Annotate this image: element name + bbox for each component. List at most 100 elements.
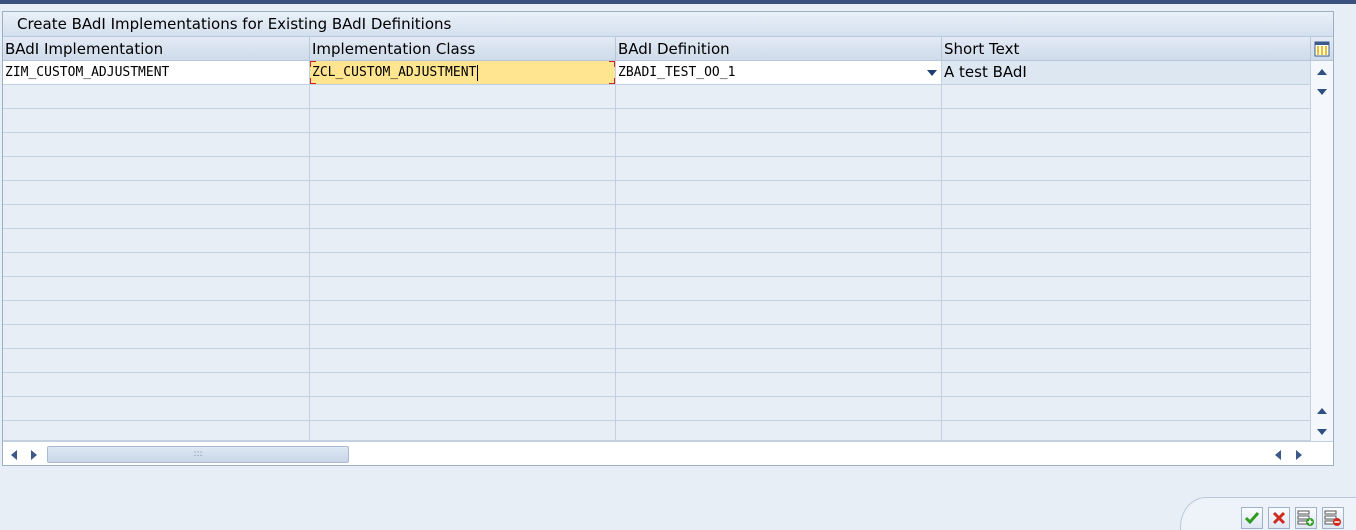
table-row (3, 325, 1311, 349)
implementation-class-cell[interactable]: ZCL_CUSTOM_ADJUSTMENT (310, 61, 616, 85)
empty-cell[interactable] (616, 157, 942, 181)
scroll-down-icon[interactable] (1317, 89, 1327, 95)
implementations-table: BAdI Implementation Implementation Class… (3, 37, 1333, 441)
empty-cell[interactable] (3, 157, 310, 181)
empty-cell[interactable] (942, 229, 1311, 253)
column-header-implementation-class[interactable]: Implementation Class (310, 37, 616, 61)
empty-cell[interactable] (3, 253, 310, 277)
empty-cell[interactable] (3, 181, 310, 205)
empty-cell[interactable] (310, 181, 616, 205)
empty-cell[interactable] (310, 205, 616, 229)
empty-cell[interactable] (3, 109, 310, 133)
column-header-badi-definition[interactable]: BAdI Definition (616, 37, 942, 61)
empty-cell[interactable] (616, 421, 942, 441)
empty-cell[interactable] (616, 109, 942, 133)
badi-definition-dropdown[interactable]: ZBADI_TEST_OO_1 (616, 61, 942, 85)
scroll-left-icon[interactable] (11, 450, 17, 460)
empty-cell[interactable] (310, 373, 616, 397)
empty-cell[interactable] (616, 229, 942, 253)
empty-cell[interactable] (310, 229, 616, 253)
column-settings-icon (1314, 41, 1330, 56)
table-row (3, 373, 1311, 397)
page-down-icon[interactable] (1317, 429, 1327, 435)
empty-cell[interactable] (616, 277, 942, 301)
empty-cell[interactable] (3, 277, 310, 301)
empty-cell[interactable] (310, 85, 616, 109)
empty-cell[interactable] (616, 205, 942, 229)
badi-implementations-panel: Create BAdI Implementations for Existing… (2, 11, 1334, 466)
confirm-button[interactable] (1241, 507, 1263, 529)
empty-cell[interactable] (942, 421, 1311, 441)
empty-cell[interactable] (942, 349, 1311, 373)
empty-cell[interactable] (942, 301, 1311, 325)
page-up-icon[interactable] (1317, 408, 1327, 414)
empty-cell[interactable] (310, 133, 616, 157)
empty-cell[interactable] (310, 109, 616, 133)
empty-cell[interactable] (616, 373, 942, 397)
scroll-right-icon[interactable] (31, 450, 37, 460)
empty-cell[interactable] (616, 397, 942, 421)
empty-cell[interactable] (942, 253, 1311, 277)
empty-cell[interactable] (3, 373, 310, 397)
empty-cell[interactable] (3, 133, 310, 157)
empty-cell[interactable] (616, 85, 942, 109)
cancel-button[interactable] (1268, 507, 1290, 529)
table-row (3, 229, 1311, 253)
empty-cell[interactable] (3, 205, 310, 229)
empty-cell[interactable] (310, 157, 616, 181)
table-row (3, 133, 1311, 157)
empty-cell[interactable] (942, 133, 1311, 157)
dropdown-arrow-icon[interactable] (927, 70, 937, 76)
table-row (3, 181, 1311, 205)
implementation-class-value: ZCL_CUSTOM_ADJUSTMENT (312, 65, 477, 80)
empty-cell[interactable] (3, 397, 310, 421)
column-settings-button[interactable] (1311, 37, 1333, 61)
badi-implementation-cell[interactable]: ZIM_CUSTOM_ADJUSTMENT (3, 61, 310, 85)
horizontal-scrollbar[interactable]: ::: (3, 441, 1333, 465)
panel-title: Create BAdI Implementations for Existing… (3, 12, 1333, 37)
empty-cell[interactable] (3, 229, 310, 253)
empty-cell[interactable] (616, 253, 942, 277)
empty-cell[interactable] (616, 325, 942, 349)
empty-cell[interactable] (942, 157, 1311, 181)
empty-cell[interactable] (942, 205, 1311, 229)
empty-cell[interactable] (942, 373, 1311, 397)
vertical-scrollbar[interactable] (1311, 61, 1333, 441)
empty-cell[interactable] (310, 253, 616, 277)
column-header-badi-implementation[interactable]: BAdI Implementation (3, 37, 310, 61)
empty-cell[interactable] (616, 133, 942, 157)
empty-cell[interactable] (3, 301, 310, 325)
column-header-short-text[interactable]: Short Text (942, 37, 1311, 61)
empty-cell[interactable] (942, 181, 1311, 205)
empty-cell[interactable] (942, 325, 1311, 349)
table-row (3, 205, 1311, 229)
empty-cell[interactable] (616, 181, 942, 205)
delete-row-button[interactable] (1322, 507, 1344, 529)
empty-cell[interactable] (310, 421, 616, 441)
empty-cell[interactable] (942, 109, 1311, 133)
focus-corner (310, 61, 316, 67)
empty-cell[interactable] (310, 301, 616, 325)
empty-cell[interactable] (3, 85, 310, 109)
empty-cell[interactable] (3, 421, 310, 441)
insert-row-button[interactable] (1295, 507, 1317, 529)
empty-cell[interactable] (310, 277, 616, 301)
focus-corner (609, 61, 615, 67)
empty-cell[interactable] (3, 325, 310, 349)
empty-cell[interactable] (616, 301, 942, 325)
scrollbar-thumb[interactable]: ::: (47, 446, 349, 463)
table-row (3, 301, 1311, 325)
insert-row-icon (1297, 510, 1314, 526)
scroll-up-icon[interactable] (1317, 69, 1327, 75)
scroll-left-end-icon[interactable] (1275, 450, 1281, 460)
empty-cell[interactable] (3, 349, 310, 373)
empty-cell[interactable] (310, 349, 616, 373)
empty-cell[interactable] (942, 85, 1311, 109)
table-row (3, 85, 1311, 109)
scroll-right-end-icon[interactable] (1296, 450, 1302, 460)
empty-cell[interactable] (310, 397, 616, 421)
empty-cell[interactable] (616, 349, 942, 373)
empty-cell[interactable] (942, 397, 1311, 421)
empty-cell[interactable] (310, 325, 616, 349)
empty-cell[interactable] (942, 277, 1311, 301)
